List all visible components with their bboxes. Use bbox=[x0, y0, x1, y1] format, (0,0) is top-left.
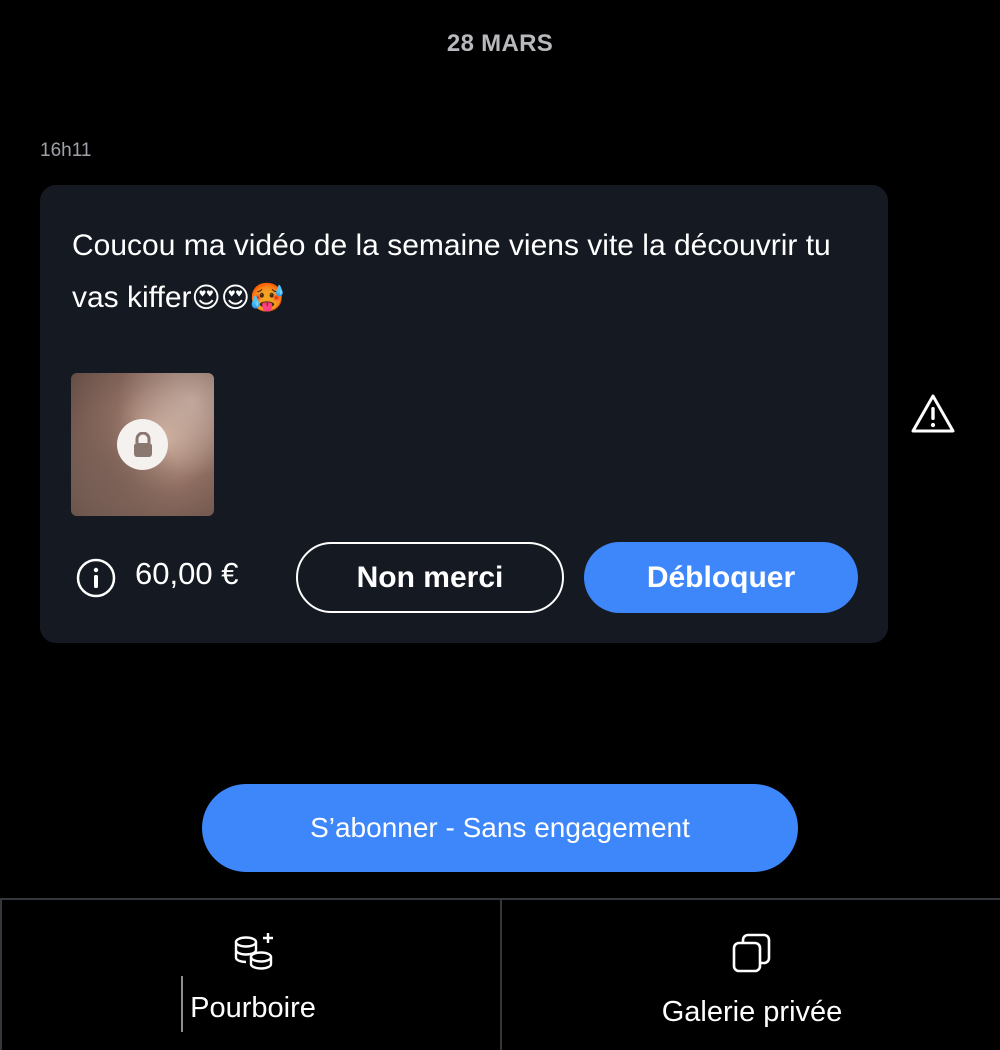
subscribe-button[interactable]: S’abonner - Sans engagement bbox=[202, 784, 798, 872]
lock-icon bbox=[117, 419, 168, 470]
warning-icon[interactable] bbox=[910, 392, 956, 436]
message-text: Coucou ma vidéo de la semaine viens vite… bbox=[72, 220, 832, 324]
gallery-label: Galerie privée bbox=[661, 996, 843, 1028]
emoji-heart-eyes: 😍 bbox=[191, 281, 221, 314]
message-body: Coucou ma vidéo de la semaine viens vite… bbox=[72, 229, 831, 314]
decline-button[interactable]: Non merci bbox=[296, 542, 564, 613]
private-gallery-button[interactable]: Galerie privée bbox=[500, 900, 1000, 1050]
info-icon[interactable] bbox=[75, 557, 117, 599]
copy-stack-icon bbox=[732, 933, 771, 973]
unlock-button[interactable]: Débloquer bbox=[584, 542, 858, 613]
date-separator: 28 MARS bbox=[446, 30, 554, 57]
bottom-action-bar: Pourboire Galerie privée bbox=[0, 898, 1000, 1050]
locked-media-thumbnail[interactable] bbox=[71, 373, 214, 516]
tip-button[interactable]: Pourboire bbox=[0, 900, 500, 1050]
price-label: 60,00 € bbox=[135, 556, 239, 591]
emoji-hot-face: 🥵 bbox=[249, 281, 285, 314]
emoji-heart-eyes: 😍 bbox=[220, 281, 250, 314]
tip-label: Pourboire bbox=[190, 992, 316, 1024]
message-timestamp: 16h11 bbox=[40, 140, 92, 161]
coins-plus-icon bbox=[234, 933, 273, 970]
